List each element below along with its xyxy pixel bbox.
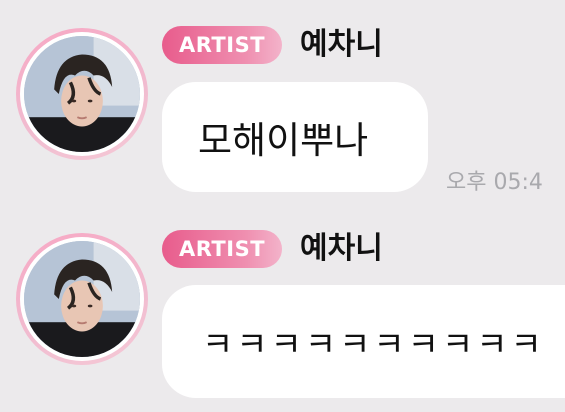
profile-photo-icon (24, 36, 140, 152)
artist-badge: ARTIST (162, 230, 282, 268)
message-bubble[interactable]: ㅋㅋㅋㅋㅋㅋㅋㅋㅋㅋ (162, 285, 565, 398)
message-text: 모해이뿌나 (198, 119, 369, 162)
message-timestamp: 오후 05:4 (446, 170, 543, 195)
avatar-frame (20, 32, 144, 156)
avatar-frame (20, 237, 144, 361)
profile-photo-icon (24, 241, 140, 357)
avatar[interactable] (16, 28, 148, 160)
avatar[interactable] (16, 233, 148, 365)
message-text: ㅋㅋㅋㅋㅋㅋㅋㅋㅋㅋ (202, 325, 545, 365)
chat-message: ARTIST 예차니 ㅋㅋㅋㅋㅋㅋㅋㅋㅋㅋ (0, 205, 565, 412)
message-bubble[interactable]: 모해이뿌나 (162, 82, 428, 192)
sender-name[interactable]: 예차니 (300, 230, 383, 268)
sender-name[interactable]: 예차니 (300, 26, 383, 64)
artist-badge: ARTIST (162, 26, 282, 64)
avatar-photo (24, 36, 140, 152)
avatar-photo (24, 241, 140, 357)
chat-message: ARTIST 예차니 모해이뿌나 오후 05:4 (0, 0, 565, 205)
